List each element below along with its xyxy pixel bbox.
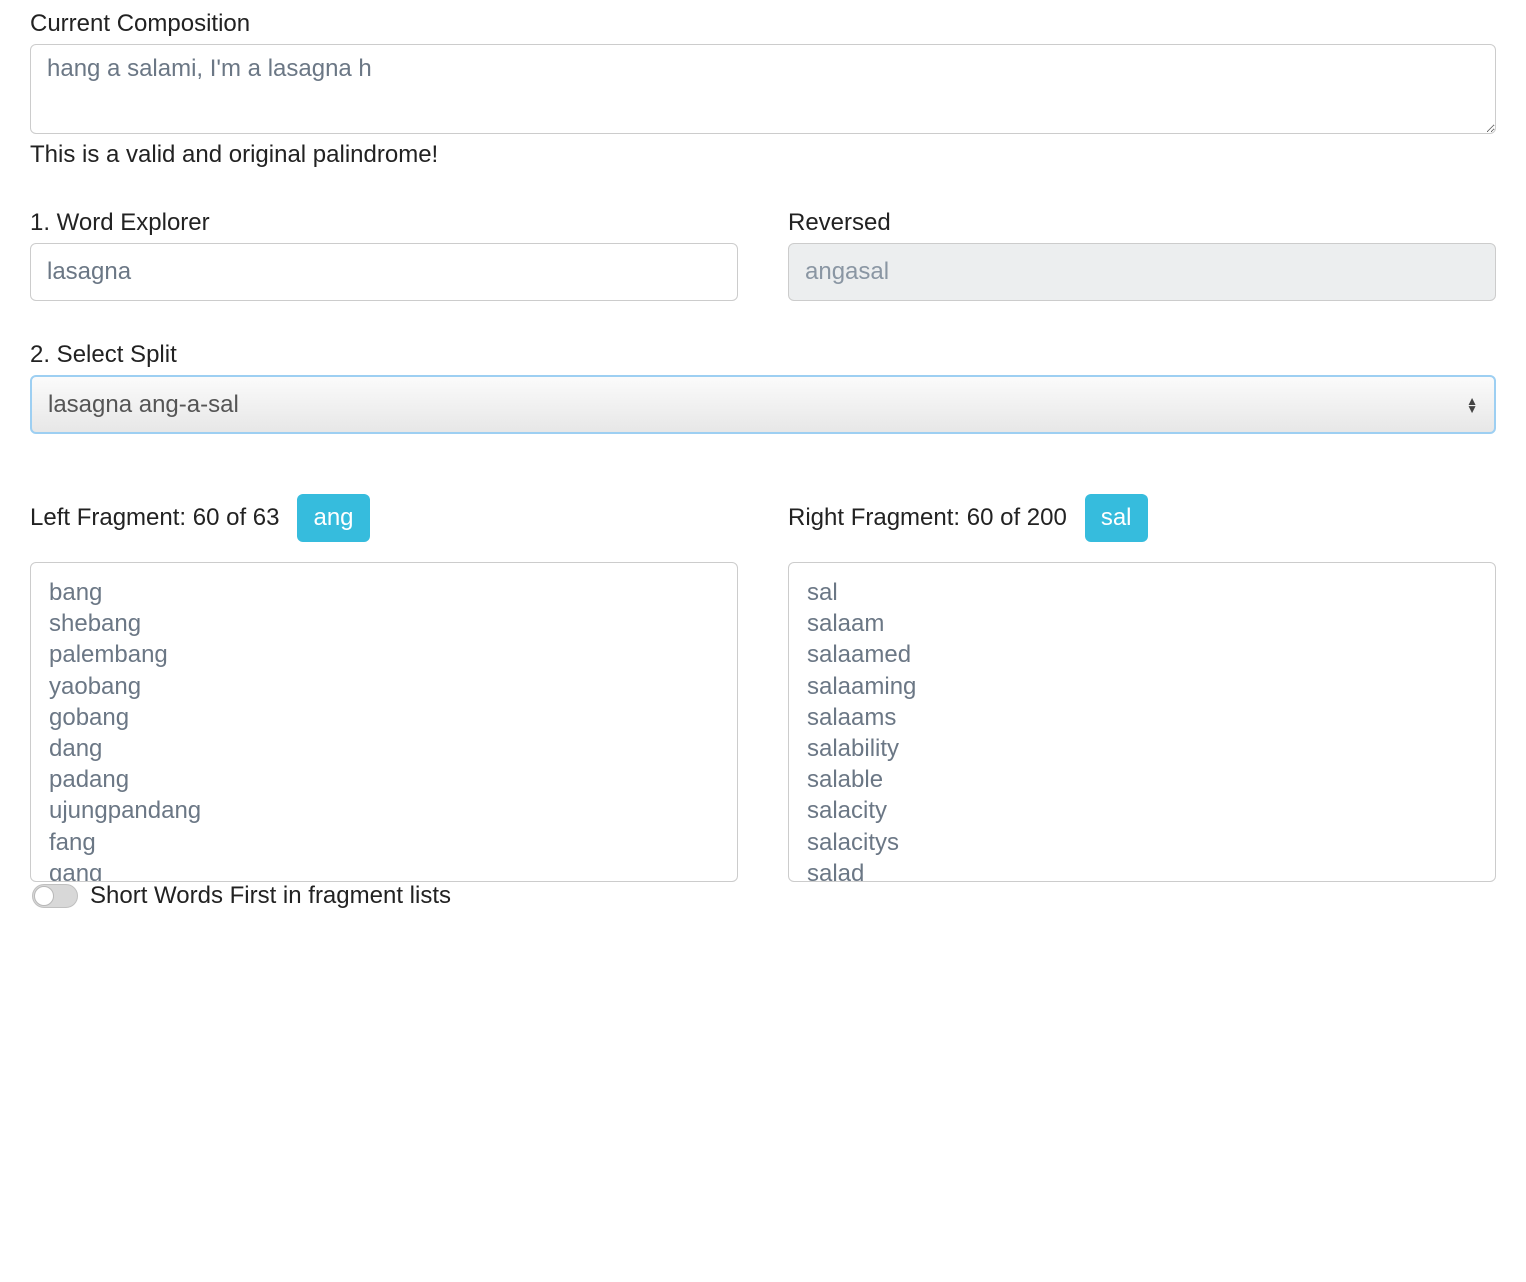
fragments-row: Left Fragment: 60 of 63 ang bangshebangp… (30, 434, 1496, 882)
list-item[interactable]: salacitys (807, 827, 1477, 858)
reversed-label: Reversed (788, 209, 1496, 237)
list-item[interactable]: sal (807, 577, 1477, 608)
left-fragment-label: Left Fragment: 60 of 63 (30, 504, 279, 532)
toggle-knob-icon (34, 886, 54, 906)
left-fragment-badge[interactable]: ang (297, 494, 369, 542)
list-item[interactable]: salaams (807, 702, 1477, 733)
list-item[interactable]: palembang (49, 639, 719, 670)
list-item[interactable]: fang (49, 827, 719, 858)
list-item[interactable]: salaamed (807, 639, 1477, 670)
short-words-toggle-label: Short Words First in fragment lists (90, 882, 451, 910)
list-item[interactable]: dang (49, 733, 719, 764)
composition-label: Current Composition (30, 10, 1496, 38)
list-item[interactable]: salaaming (807, 671, 1477, 702)
app-container: Current Composition This is a valid and … (0, 0, 1526, 920)
composition-textarea[interactable] (30, 44, 1496, 134)
list-item[interactable]: padang (49, 764, 719, 795)
list-item[interactable]: salad (807, 858, 1477, 882)
right-fragment-listbox[interactable]: salsalaamsalaamedsalaamingsalaamssalabil… (788, 562, 1496, 882)
right-fragment-badge[interactable]: sal (1085, 494, 1148, 542)
split-select-wrap: lasagna ang-a-sal ▲▼ (30, 375, 1496, 434)
split-label: 2. Select Split (30, 341, 1496, 369)
word-explorer-col: 1. Word Explorer (30, 209, 738, 301)
left-fragment-header: Left Fragment: 60 of 63 ang (30, 494, 738, 542)
left-fragment-col: Left Fragment: 60 of 63 ang bangshebangp… (30, 434, 738, 882)
list-item[interactable]: salacity (807, 795, 1477, 826)
right-fragment-col: Right Fragment: 60 of 200 sal salsalaams… (788, 434, 1496, 882)
list-item[interactable]: salaam (807, 608, 1477, 639)
reversed-input (788, 243, 1496, 301)
list-item[interactable]: yaobang (49, 671, 719, 702)
list-item[interactable]: salability (807, 733, 1477, 764)
word-explorer-label: 1. Word Explorer (30, 209, 738, 237)
status-text: This is a valid and original palindrome! (30, 141, 1496, 169)
right-fragment-header: Right Fragment: 60 of 200 sal (788, 494, 1496, 542)
left-fragment-listbox[interactable]: bangshebangpalembangyaobanggobangdangpad… (30, 562, 738, 882)
toggle-row: Short Words First in fragment lists (30, 882, 1496, 910)
right-fragment-label: Right Fragment: 60 of 200 (788, 504, 1067, 532)
list-item[interactable]: gobang (49, 702, 719, 733)
word-explorer-input[interactable] (30, 243, 738, 301)
split-select[interactable]: lasagna ang-a-sal (30, 375, 1496, 434)
list-item[interactable]: ujungpandang (49, 795, 719, 826)
list-item[interactable]: gang (49, 858, 719, 882)
list-item[interactable]: bang (49, 577, 719, 608)
list-item[interactable]: shebang (49, 608, 719, 639)
explorer-row: 1. Word Explorer Reversed (30, 209, 1496, 301)
reversed-col: Reversed (788, 209, 1496, 301)
list-item[interactable]: salable (807, 764, 1477, 795)
short-words-toggle[interactable] (32, 884, 78, 908)
